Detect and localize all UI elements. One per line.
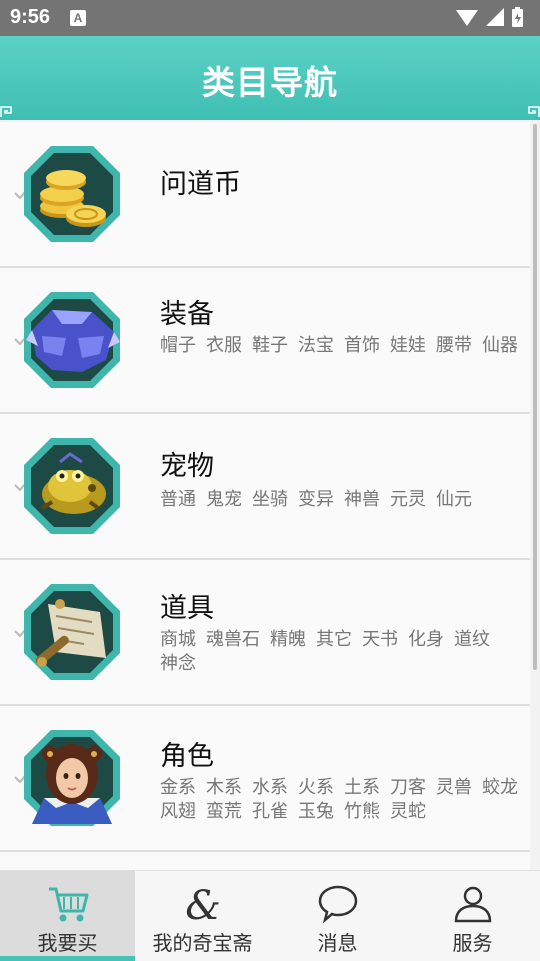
subcategory-link[interactable]: 灵蛇: [390, 800, 426, 824]
corner-ornament-left: [0, 106, 12, 117]
category-row-equipment[interactable]: 装备 帽子 衣服 鞋子 法宝 首饰 娃娃 腰带 仙器: [0, 268, 530, 414]
tab-label: 我的奇宝斋: [152, 931, 253, 955]
subcategory-link[interactable]: 灵兽: [436, 776, 472, 800]
person-icon: [454, 886, 492, 923]
character-portrait-icon: [24, 730, 120, 826]
category-row-next[interactable]: [0, 852, 530, 870]
subcategory-link[interactable]: 金系: [160, 776, 196, 800]
corner-ornament-right: [528, 106, 540, 117]
subcategory-link[interactable]: 坐骑: [252, 488, 288, 512]
tab-label: 服务: [452, 931, 493, 955]
gold-coins-icon: [24, 146, 120, 242]
category-name: 宠物: [160, 451, 214, 482]
tab-label: 我要买: [37, 931, 98, 955]
tab-buy[interactable]: 我要买: [0, 871, 135, 961]
subcategory-link[interactable]: 玉兔: [298, 800, 334, 824]
subcategory-link[interactable]: 衣服: [206, 334, 242, 358]
subcategory-list: 商城 魂兽石 精魄 其它 天书 化身 道纹 神念: [160, 628, 520, 676]
app-header: 类目导航: [0, 36, 540, 120]
subcategory-link[interactable]: 蛮荒: [206, 800, 242, 824]
signal-icon: [486, 8, 504, 26]
subcategory-link[interactable]: 火系: [298, 776, 334, 800]
subcategory-link[interactable]: 孔雀: [252, 800, 288, 824]
subcategory-link[interactable]: 化身: [408, 628, 444, 652]
battery-icon: [512, 7, 523, 27]
category-name: 装备: [160, 299, 214, 330]
subcategory-list: 普通 鬼宠 坐骑 变异 神兽 元灵 仙元: [160, 488, 520, 512]
subcategory-link[interactable]: 腰带: [436, 334, 472, 358]
tab-messages[interactable]: 消息: [270, 871, 405, 961]
subcategory-link[interactable]: 水系: [252, 776, 288, 800]
notification-icon: A: [70, 10, 86, 26]
tab-my-treasure[interactable]: & 我的奇宝斋: [135, 871, 270, 961]
subcategory-link[interactable]: 仙器: [482, 334, 518, 358]
subcategory-link[interactable]: 天书: [362, 628, 398, 652]
armor-icon: [24, 292, 120, 388]
status-time: 9:56: [10, 6, 51, 28]
subcategory-link[interactable]: 变异: [298, 488, 334, 512]
subcategory-link[interactable]: 鬼宠: [206, 488, 242, 512]
category-list[interactable]: 问道币 装备 帽子 衣服 鞋子 法宝 首饰 娃娃 腰带 仙器 宠物 普通 鬼宠 …: [0, 122, 530, 870]
subcategory-link[interactable]: 元灵: [390, 488, 426, 512]
tab-service[interactable]: 服务: [405, 871, 540, 961]
subcategory-link[interactable]: 木系: [206, 776, 242, 800]
subcategory-link[interactable]: 土系: [344, 776, 380, 800]
subcategory-link[interactable]: 首饰: [344, 334, 380, 358]
scroll-icon: [24, 584, 120, 680]
subcategory-link[interactable]: 风翅: [160, 800, 196, 824]
tab-label: 消息: [317, 931, 358, 955]
subcategory-link[interactable]: 蛟龙: [482, 776, 518, 800]
bottom-navigation: 我要买 & 我的奇宝斋 消息 服务: [0, 870, 540, 961]
category-name: 道具: [160, 593, 214, 624]
chat-bubble-icon: [318, 885, 358, 924]
subcategory-link[interactable]: 神兽: [344, 488, 380, 512]
category-row-coins[interactable]: 问道币: [0, 122, 530, 268]
system-indicators: [456, 7, 523, 27]
category-row-characters[interactable]: 角色 金系 木系 水系 火系 土系 刀客 灵兽 蛟龙 风翅 蛮荒 孔雀 玉兔 竹…: [0, 706, 530, 852]
wifi-icon: [456, 10, 478, 26]
category-row-pets[interactable]: 宠物 普通 鬼宠 坐骑 变异 神兽 元灵 仙元: [0, 414, 530, 560]
subcategory-link[interactable]: 竹熊: [344, 800, 380, 824]
subcategory-link[interactable]: 普通: [160, 488, 196, 512]
subcategory-link[interactable]: 帽子: [160, 334, 196, 358]
pet-toad-icon: [24, 438, 120, 534]
subcategory-link[interactable]: 道纹: [454, 628, 490, 652]
subcategory-link[interactable]: 精魄: [270, 628, 306, 652]
category-name: 问道币: [160, 169, 241, 200]
category-row-items[interactable]: 道具 商城 魂兽石 精魄 其它 天书 化身 道纹 神念: [0, 560, 530, 706]
subcategory-list: 帽子 衣服 鞋子 法宝 首饰 娃娃 腰带 仙器: [160, 334, 520, 358]
subcategory-link[interactable]: 娃娃: [390, 334, 426, 358]
page-title: 类目导航: [202, 63, 338, 102]
list-scrollbar[interactable]: [533, 124, 537, 670]
ampersand-icon: &: [185, 883, 221, 925]
subcategory-link[interactable]: 刀客: [390, 776, 426, 800]
active-tab-indicator: [0, 956, 135, 961]
status-bar: 9:56 A: [0, 0, 540, 36]
subcategory-link[interactable]: 魂兽石: [206, 628, 260, 652]
category-name: 角色: [160, 741, 214, 772]
subcategory-link[interactable]: 神念: [160, 652, 196, 676]
subcategory-link[interactable]: 商城: [160, 628, 196, 652]
cart-icon: [49, 887, 89, 922]
subcategory-link[interactable]: 其它: [316, 628, 352, 652]
subcategory-link[interactable]: 鞋子: [252, 334, 288, 358]
subcategory-link[interactable]: 法宝: [298, 334, 334, 358]
svg-text:&: &: [185, 883, 221, 925]
subcategory-link[interactable]: 仙元: [436, 488, 472, 512]
subcategory-list: 金系 木系 水系 火系 土系 刀客 灵兽 蛟龙 风翅 蛮荒 孔雀 玉兔 竹熊 灵…: [160, 776, 520, 824]
